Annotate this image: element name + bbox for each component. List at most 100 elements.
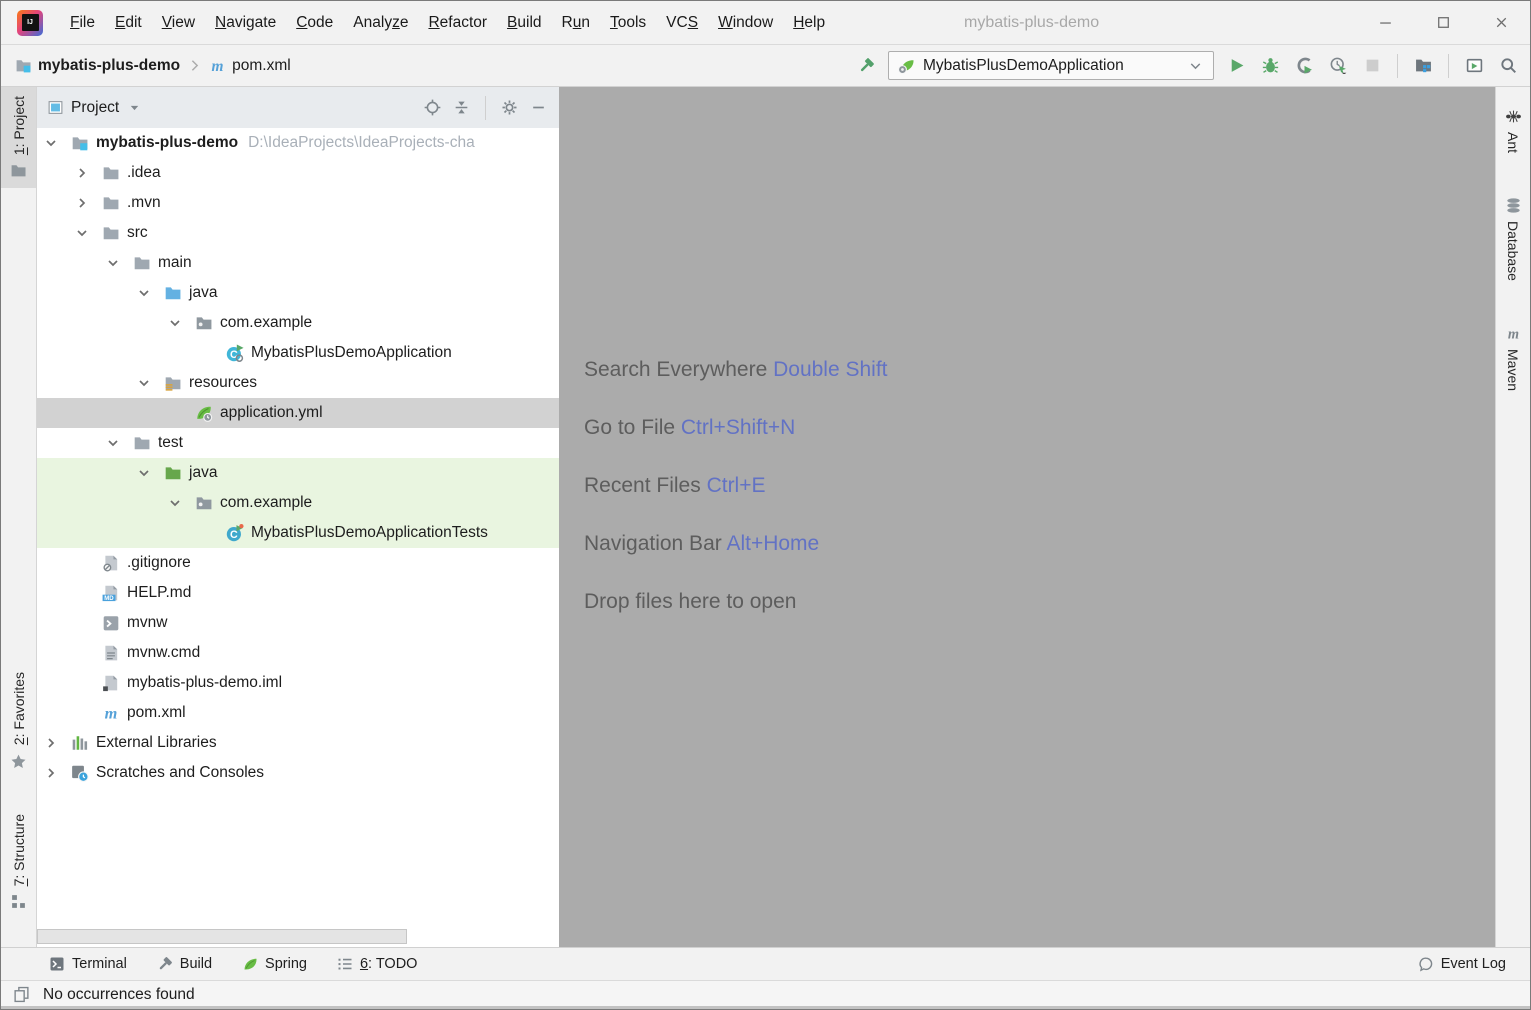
tool-tab-ant[interactable]: Ant (1496, 99, 1531, 162)
occurrences-icon (13, 986, 30, 1003)
project-structure-button[interactable] (1411, 54, 1435, 78)
tree-item-mvnw[interactable]: mvnw (37, 608, 559, 638)
menu-analyze[interactable]: Analyze (343, 1, 418, 44)
tree-chevron-down[interactable] (167, 315, 183, 331)
run-with-coverage-button[interactable] (1292, 54, 1316, 78)
package-folder-icon (195, 314, 213, 332)
run-button[interactable] (1224, 54, 1248, 78)
menu-file[interactable]: File (60, 1, 105, 44)
tool-tab-maven[interactable]: mMaven (1496, 316, 1531, 400)
menu-refactor[interactable]: Refactor (418, 1, 497, 44)
tree-item-label: application.yml (220, 404, 323, 422)
chevron-down-icon[interactable] (126, 99, 143, 116)
stop-button[interactable] (1360, 54, 1384, 78)
tree-item-mybatis-plus-demo-iml[interactable]: mybatis-plus-demo.iml (37, 668, 559, 698)
tree-chevron-down[interactable] (136, 465, 152, 481)
breadcrumb-file[interactable]: pom.xml (232, 57, 291, 75)
chevron-right-icon (74, 165, 90, 181)
tree-chevron-down[interactable] (74, 225, 90, 241)
menu-view[interactable]: View (152, 1, 205, 44)
tree-item-help-md[interactable]: MDHELP.md (37, 578, 559, 608)
tool-tab-2-favorites[interactable]: 2: Favorites (1, 663, 36, 778)
run-anything-button[interactable] (1462, 54, 1486, 78)
tree-item-com-example[interactable]: com.example (37, 308, 559, 338)
tree-item-idea[interactable]: .idea (37, 158, 559, 188)
shortcut-keys: Ctrl+E (707, 474, 766, 497)
tree-item-external-libraries[interactable]: External Libraries (37, 728, 559, 758)
tree-item-mvn[interactable]: .mvn (37, 188, 559, 218)
menu-run[interactable]: Run (552, 1, 600, 44)
run-config-select[interactable]: MybatisPlusDemoApplication (888, 51, 1214, 80)
tool-window-button-build[interactable]: Build (157, 956, 212, 972)
tree-item-scratches-and-consoles[interactable]: Scratches and Consoles (37, 758, 559, 788)
tree-chevron-right[interactable] (74, 165, 90, 181)
tree-chevron-down[interactable] (167, 495, 183, 511)
tree-item-resources[interactable]: resources (37, 368, 559, 398)
locate-file-button[interactable] (424, 99, 441, 116)
tree-item-pom-xml[interactable]: mpom.xml (37, 698, 559, 728)
menu-vcs[interactable]: VCS (656, 1, 708, 44)
tool-tab-7-structure[interactable]: 7: Structure (1, 805, 36, 919)
tool-tab-database[interactable]: Database (1496, 188, 1531, 290)
tree-item-src[interactable]: src (37, 218, 559, 248)
menu-edit[interactable]: Edit (105, 1, 152, 44)
tree-chevron-down[interactable] (136, 375, 152, 391)
test-folder-icon (164, 464, 182, 482)
menu-help[interactable]: Help (783, 1, 835, 44)
breadcrumb-project[interactable]: mybatis-plus-demo (38, 57, 180, 75)
minimize-button[interactable] (1356, 1, 1414, 44)
folder-tab-icon (10, 162, 27, 179)
tool-window-button-terminal[interactable]: Terminal (49, 956, 127, 972)
tree-chevron-down[interactable] (136, 285, 152, 301)
tool-window-button-event-log[interactable]: Event Log (1418, 956, 1506, 972)
folder-icon (133, 254, 151, 272)
horizontal-scrollbar[interactable] (37, 929, 559, 946)
tree-item-label: MybatisPlusDemoApplicationTests (251, 524, 488, 542)
tree-chevron-down[interactable] (105, 435, 121, 451)
tree-item-application-yml[interactable]: application.yml (37, 398, 559, 428)
tree-item-gitignore[interactable]: .gitignore (37, 548, 559, 578)
menu-window[interactable]: Window (708, 1, 783, 44)
shortcut-hints: Search Everywhere Double ShiftGo to File… (584, 357, 888, 647)
profiler-button[interactable] (1326, 54, 1350, 78)
tree-chevron-right[interactable] (43, 735, 59, 751)
ant-icon (1505, 108, 1522, 125)
debug-button[interactable] (1258, 54, 1282, 78)
menu-tools[interactable]: Tools (600, 1, 656, 44)
tree-item-com-example[interactable]: com.example (37, 488, 559, 518)
tree-item-mybatisplusdemoapplicationtests[interactable]: CMybatisPlusDemoApplicationTests (37, 518, 559, 548)
tree-item-mybatis-plus-demo[interactable]: mybatis-plus-demoD:\IdeaProjects\IdeaPro… (37, 128, 559, 158)
search-everywhere-button[interactable] (1496, 54, 1520, 78)
collapse-all-icon (453, 99, 470, 116)
maximize-button[interactable] (1414, 1, 1472, 44)
tree-item-main[interactable]: main (37, 248, 559, 278)
menu-build[interactable]: Build (497, 1, 551, 44)
editor-empty-area: Search Everywhere Double ShiftGo to File… (559, 87, 1495, 947)
tree-chevron-right[interactable] (43, 765, 59, 781)
resources-folder-icon (164, 374, 182, 392)
tree-item-java[interactable]: java (37, 458, 559, 488)
tree-item-mvnw-cmd[interactable]: mvnw.cmd (37, 638, 559, 668)
project-panel-title[interactable]: Project (71, 99, 119, 117)
hammer-green-icon (858, 57, 875, 74)
tree-item-mybatisplusdemoapplication[interactable]: CMybatisPlusDemoApplication (37, 338, 559, 368)
collapse-all-button[interactable] (453, 99, 470, 116)
tool-tab-project[interactable]: 1: Project (1, 87, 36, 188)
tool-window-button-6-todo[interactable]: 6: TODO (337, 956, 418, 972)
menu-code[interactable]: Code (286, 1, 343, 44)
tree-item-java[interactable]: java (37, 278, 559, 308)
breadcrumb-chevron-icon (186, 57, 203, 74)
scrollbar-thumb[interactable] (37, 929, 407, 944)
tree-chevron-right[interactable] (74, 195, 90, 211)
menu-navigate[interactable]: Navigate (205, 1, 286, 44)
tool-window-button-spring[interactable]: Spring (242, 956, 307, 972)
hide-panel-button[interactable] (530, 99, 547, 116)
settings-button[interactable] (501, 99, 518, 116)
tree-item-test[interactable]: test (37, 428, 559, 458)
close-button[interactable] (1472, 1, 1530, 44)
chevron-down-icon (74, 225, 90, 241)
svg-text:m: m (1507, 326, 1518, 342)
tree-chevron-down[interactable] (105, 255, 121, 271)
tree-chevron-down[interactable] (43, 135, 59, 151)
build-project-button[interactable] (854, 54, 878, 78)
